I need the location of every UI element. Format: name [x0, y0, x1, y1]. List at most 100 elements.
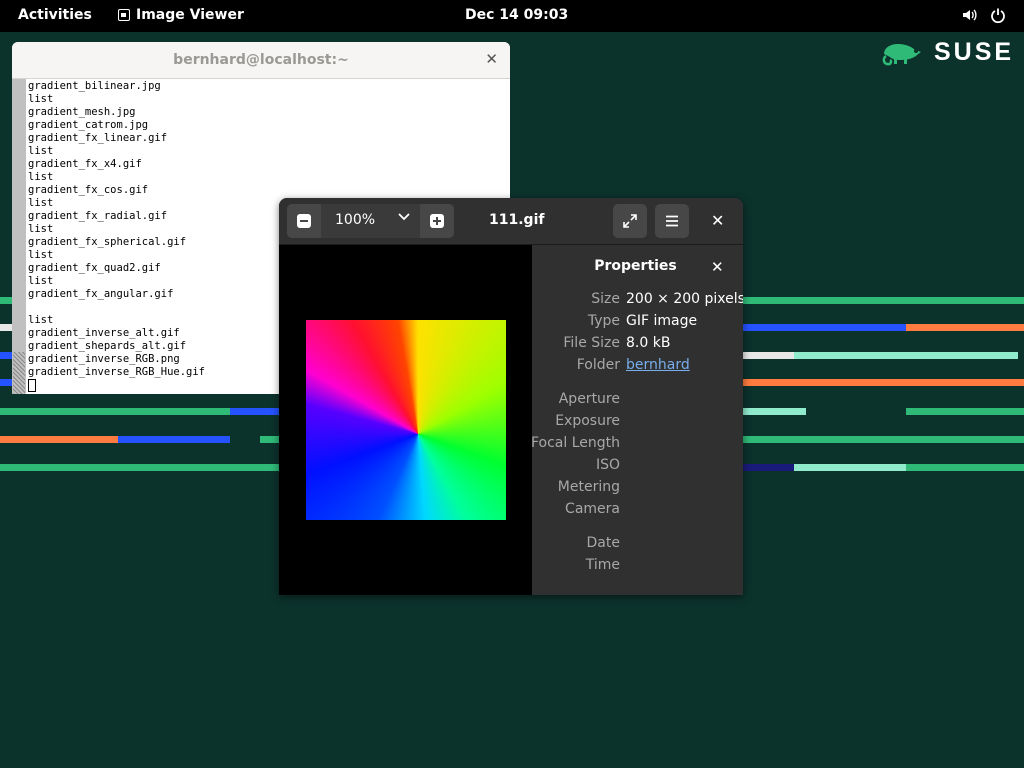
terminal-line: list — [28, 145, 54, 157]
zoom-controls: 100% — [287, 204, 454, 238]
desktop-stripe — [0, 408, 230, 415]
terminal-line: list — [28, 197, 54, 209]
terminal-line: list — [28, 93, 54, 105]
property-key: Camera — [565, 501, 620, 517]
zoom-in-button[interactable] — [420, 204, 454, 238]
folder-link[interactable]: bernhard — [626, 357, 690, 373]
terminal-line: gradient_inverse_RGB_Hue.gif — [28, 366, 206, 378]
terminal-line: list — [28, 314, 54, 326]
desktop-stripe — [743, 436, 1024, 443]
property-row: Exposure — [532, 413, 743, 433]
activities-button[interactable]: Activities — [18, 7, 92, 23]
desktop-stripe — [0, 297, 12, 304]
displayed-image — [306, 320, 506, 520]
property-row: ISO — [532, 457, 743, 477]
terminal-line: gradient_fx_cos.gif — [28, 184, 149, 196]
desktop-stripe — [743, 297, 1024, 304]
desktop-stripe — [906, 408, 1024, 415]
desktop-stripe — [230, 408, 279, 415]
property-row: Folder bernhard — [532, 357, 743, 377]
property-row: Focal Length — [530, 435, 743, 455]
desktop-stripe — [743, 352, 794, 359]
property-key: File Size — [563, 335, 620, 351]
property-key: ISO — [595, 457, 620, 473]
power-icon[interactable] — [990, 7, 1006, 27]
app-name: Image Viewer — [136, 7, 244, 23]
terminal-titlebar[interactable]: bernhard@localhost:~ ✕ — [12, 42, 510, 79]
image-viewer-window[interactable]: 100% 111.gif ✕ Properties ✕ Size 200 × 20… — [279, 198, 743, 595]
terminal-title: bernhard@localhost:~ — [173, 52, 349, 68]
property-key: Size — [591, 291, 620, 307]
terminal-scrollbar[interactable] — [12, 79, 26, 394]
property-row: Aperture — [532, 391, 743, 411]
image-viewer-app-icon — [118, 9, 130, 21]
suse-logo: SUSE — [880, 38, 1014, 67]
terminal-prompt-line — [28, 379, 205, 394]
property-row: Date — [532, 535, 743, 555]
desktop-stripe — [0, 464, 279, 471]
terminal-line: gradient_fx_radial.gif — [28, 210, 168, 222]
terminal-line: gradient_catrom.jpg — [28, 119, 149, 131]
terminal-line: gradient_fx_linear.gif — [28, 132, 168, 144]
property-key: Folder — [576, 357, 620, 373]
terminal-line: list — [28, 275, 54, 287]
image-canvas[interactable] — [279, 245, 532, 595]
property-key: Aperture — [558, 391, 620, 407]
property-value: GIF image — [626, 313, 698, 329]
property-key: Date — [586, 535, 620, 551]
terminal-scrollbar-thumb[interactable] — [13, 352, 25, 394]
close-icon[interactable]: ✕ — [485, 50, 498, 68]
close-icon[interactable]: ✕ — [711, 211, 724, 230]
property-row: Metering — [532, 479, 743, 499]
property-row: Type GIF image — [532, 313, 743, 333]
terminal-line: gradient_fx_quad2.gif — [28, 262, 161, 274]
desktop-stripe — [743, 464, 794, 471]
terminal-line: gradient_shepards_alt.gif — [28, 340, 187, 352]
desktop-stripe — [743, 324, 906, 331]
chameleon-icon — [882, 43, 921, 65]
main-menu-button[interactable] — [655, 204, 689, 238]
property-key: Exposure — [555, 413, 620, 429]
desktop-stripe — [260, 436, 279, 443]
desktop-stripe — [743, 379, 1024, 386]
zoom-level[interactable]: 100% — [335, 212, 375, 228]
fullscreen-button[interactable] — [613, 204, 647, 238]
terminal-cursor — [28, 379, 36, 392]
chevron-down-icon[interactable] — [397, 210, 411, 228]
volume-icon[interactable] — [961, 7, 977, 27]
property-key: Time — [585, 557, 620, 573]
property-key: Type — [587, 313, 620, 329]
terminal-line: gradient_inverse_RGB.png — [28, 353, 180, 365]
desktop-stripe — [906, 324, 1024, 331]
terminal-line: gradient_fx_x4.gif — [28, 158, 142, 170]
property-value: bernhard — [626, 357, 690, 373]
desktop-stripe — [118, 436, 230, 443]
properties-panel: Properties ✕ Size 200 × 200 pixels Type GIF… — [530, 245, 743, 595]
terminal-line: gradient_bilinear.jpg — [28, 80, 161, 92]
property-row: Time — [532, 557, 743, 577]
property-key: Focal Length — [530, 435, 620, 451]
window-title: 111.gif — [489, 212, 545, 228]
zoom-in-icon — [430, 214, 444, 228]
terminal-line: list — [28, 171, 54, 183]
zoom-out-button[interactable] — [287, 204, 321, 238]
terminal-line: gradient_inverse_alt.gif — [28, 327, 180, 339]
desktop-stripe — [743, 408, 806, 415]
property-value: 200 × 200 pixels — [626, 291, 743, 307]
close-icon[interactable]: ✕ — [711, 258, 724, 276]
property-row: Camera — [532, 501, 743, 521]
property-key: Metering — [557, 479, 620, 495]
desktop-stripe — [906, 464, 1024, 471]
top-bar: Activities Image Viewer Dec 14 09:03 — [0, 0, 1024, 32]
desktop-stripe — [0, 379, 12, 386]
terminal-output: gradient_bilinear.jpg list gradient_mesh.j… — [28, 80, 205, 394]
terminal-line: list — [28, 223, 54, 235]
properties-title: Properties — [594, 258, 677, 274]
app-menu[interactable]: Image Viewer — [118, 7, 244, 23]
clock[interactable]: Dec 14 09:03 — [465, 7, 568, 23]
viewer-headerbar[interactable]: 100% 111.gif ✕ — [279, 198, 743, 245]
desktop-stripe — [0, 436, 118, 443]
terminal-line: list — [28, 249, 54, 261]
terminal-line: gradient_mesh.jpg — [28, 106, 136, 118]
